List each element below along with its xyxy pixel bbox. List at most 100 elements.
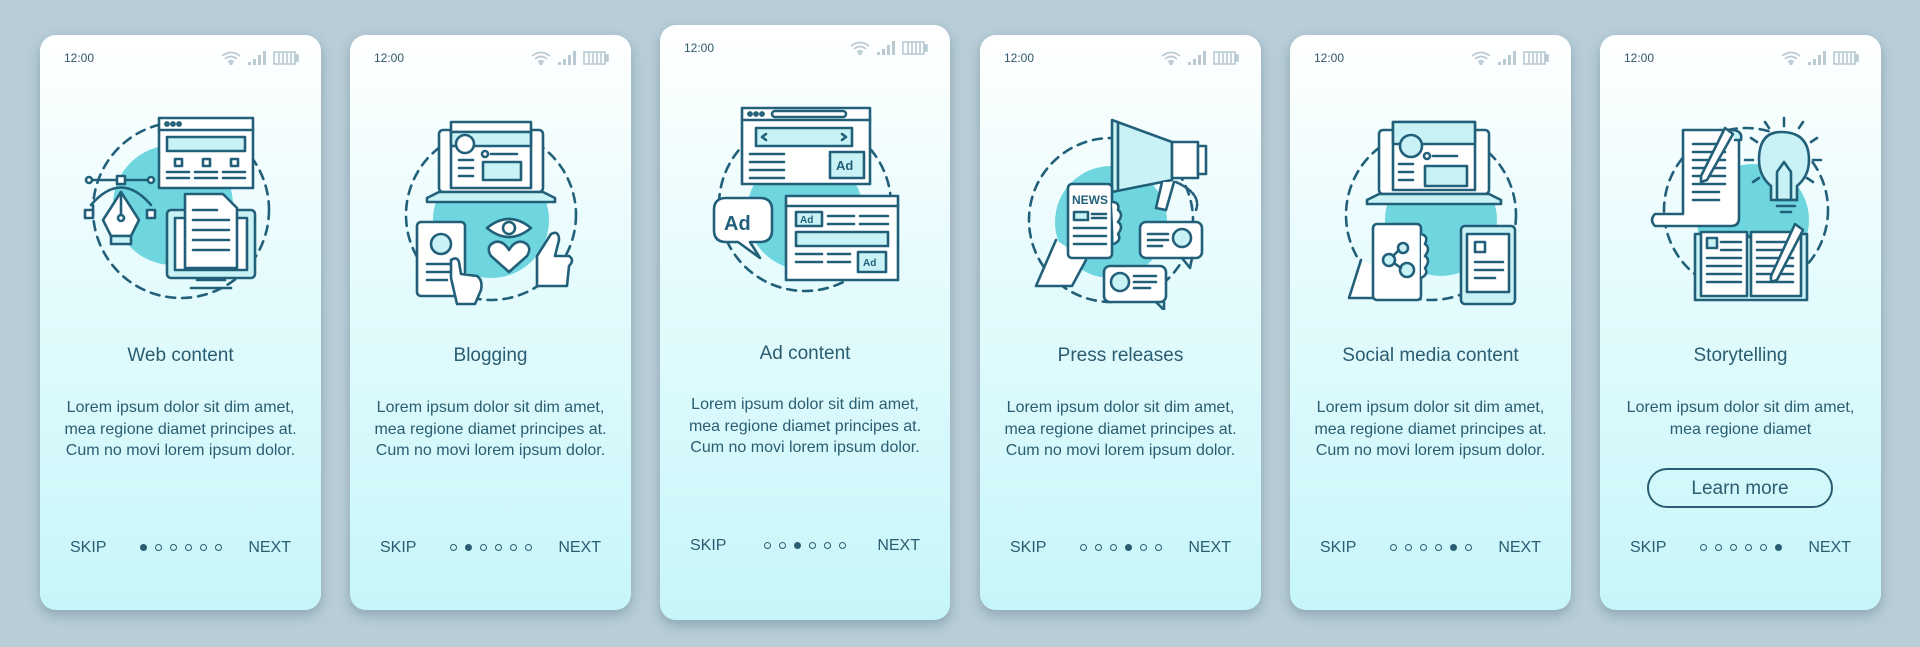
page-dot[interactable] [839, 542, 846, 549]
status-time: 12:00 [1314, 51, 1345, 65]
page-dot[interactable] [1464, 544, 1472, 551]
onboarding-screen-ad-content: 12:00 Ad Ad Ad Ad Ad content Lorem ipsum … [660, 25, 950, 620]
screen-title: Storytelling [1693, 345, 1788, 366]
onboarding-screen-storytelling: 12:00 Storytelling Lorem ipsum dolor sit… [1600, 35, 1881, 610]
browser-window-icon [157, 116, 254, 190]
skip-button[interactable]: SKIP [70, 539, 106, 557]
wifi-icon [1465, 49, 1491, 66]
next-button[interactable]: NEXT [248, 539, 291, 557]
page-dot[interactable] [1109, 544, 1117, 551]
page-dot[interactable] [764, 542, 771, 549]
page-dot[interactable] [1154, 544, 1162, 551]
page-dot[interactable] [184, 544, 192, 551]
page-dot[interactable] [1079, 544, 1087, 551]
battery-icon [267, 49, 299, 66]
page-indicator [449, 544, 532, 551]
page-dot[interactable] [1759, 544, 1767, 551]
wifi-icon [1775, 49, 1801, 66]
status-icons [525, 49, 609, 67]
tablet-document-icon [1459, 224, 1516, 306]
page-dot[interactable] [169, 544, 177, 551]
svg-text:NEWS: NEWS [1072, 193, 1108, 207]
browser-ad-icon: Ad [740, 106, 872, 186]
storytelling-illustration [1600, 110, 1881, 310]
next-button[interactable]: NEXT [877, 537, 920, 555]
wifi-icon [525, 49, 551, 66]
page-indicator [1389, 544, 1472, 551]
skip-button[interactable]: SKIP [1630, 539, 1666, 557]
screen-description: Lorem ipsum dolor sit dim amet, mea regi… [1626, 399, 1855, 438]
page-dot[interactable] [1389, 544, 1397, 551]
page-dot[interactable] [1094, 544, 1102, 551]
onboarding-navigation: SKIP NEXT [660, 537, 950, 559]
status-time: 12:00 [64, 51, 95, 65]
page-dot[interactable] [479, 544, 487, 551]
page-dot-active[interactable] [1774, 544, 1782, 551]
next-button[interactable]: NEXT [1498, 539, 1541, 557]
svg-text:Ad: Ad [863, 258, 876, 269]
battery-icon [1207, 49, 1239, 66]
next-button[interactable]: NEXT [1808, 539, 1851, 557]
page-dot[interactable] [1419, 544, 1427, 551]
skip-button[interactable]: SKIP [380, 539, 416, 557]
page-dot[interactable] [449, 544, 457, 551]
page-dot[interactable] [494, 544, 502, 551]
screen-title: Web content [127, 345, 234, 366]
page-dot-active[interactable] [794, 542, 801, 549]
comment-profile-icon [1102, 264, 1167, 310]
signal-icon [1491, 49, 1517, 66]
phone-share-icon [1347, 222, 1429, 302]
browser-ads-icon: Ad Ad [784, 194, 900, 282]
page-dot[interactable] [1139, 544, 1147, 551]
skip-button[interactable]: SKIP [1010, 539, 1046, 557]
svg-text:Ad: Ad [836, 158, 853, 173]
onboarding-screen-blogging: 12:00 Blogging Lorem ipsum dolor sit dim… [350, 35, 631, 610]
signal-icon [1801, 49, 1827, 66]
status-icons [215, 49, 299, 67]
signal-icon [241, 49, 267, 66]
screen-description: Lorem ipsum dolor sit dim amet, mea regi… [64, 399, 297, 459]
page-dot[interactable] [1744, 544, 1752, 551]
page-dot[interactable] [1434, 544, 1442, 551]
laptop-icon [425, 120, 556, 204]
svg-text:Ad: Ad [800, 215, 813, 226]
page-dot[interactable] [809, 542, 816, 549]
open-book-pencil-icon [1693, 222, 1808, 302]
page-dot[interactable] [154, 544, 162, 551]
next-button[interactable]: NEXT [558, 539, 601, 557]
page-dot-active[interactable] [139, 544, 147, 551]
learn-more-button[interactable]: Learn more [1647, 468, 1833, 508]
page-dot-active[interactable] [1449, 544, 1457, 551]
page-dot-active[interactable] [1124, 544, 1132, 551]
page-dot[interactable] [1714, 544, 1722, 551]
screen-title: Ad content [759, 343, 851, 364]
signal-icon [551, 49, 577, 66]
wifi-icon [844, 39, 870, 56]
onboarding-screen-press-releases: 12:00 NEWS Press releases Lorem ipsum do… [980, 35, 1261, 610]
page-dot[interactable] [509, 544, 517, 551]
page-dot[interactable] [524, 544, 532, 551]
onboarding-navigation: SKIP NEXT [980, 539, 1261, 561]
screen-title: Press releases [1057, 345, 1184, 366]
next-button[interactable]: NEXT [1188, 539, 1231, 557]
skip-button[interactable]: SKIP [1320, 539, 1356, 557]
screen-description: Lorem ipsum dolor sit dim amet, mea regi… [374, 399, 607, 459]
page-dot[interactable] [824, 542, 831, 549]
skip-button[interactable]: SKIP [690, 537, 726, 555]
page-dot[interactable] [779, 542, 786, 549]
screen-title: Blogging [453, 345, 528, 366]
page-dot[interactable] [199, 544, 207, 551]
page-dot[interactable] [214, 544, 222, 551]
scroll-pencil-icon [1650, 126, 1743, 228]
status-time: 12:00 [684, 41, 715, 55]
page-dot[interactable] [1404, 544, 1412, 551]
screen-description: Lorem ipsum dolor sit dim amet, mea regi… [688, 396, 922, 456]
page-dot[interactable] [1699, 544, 1707, 551]
status-icons [1155, 49, 1239, 67]
status-bar: 12:00 [684, 39, 928, 57]
press-releases-illustration: NEWS [980, 110, 1261, 310]
status-bar: 12:00 [1314, 49, 1549, 67]
page-dot[interactable] [1729, 544, 1737, 551]
page-dot-active[interactable] [464, 544, 472, 551]
status-bar: 12:00 [1004, 49, 1239, 67]
